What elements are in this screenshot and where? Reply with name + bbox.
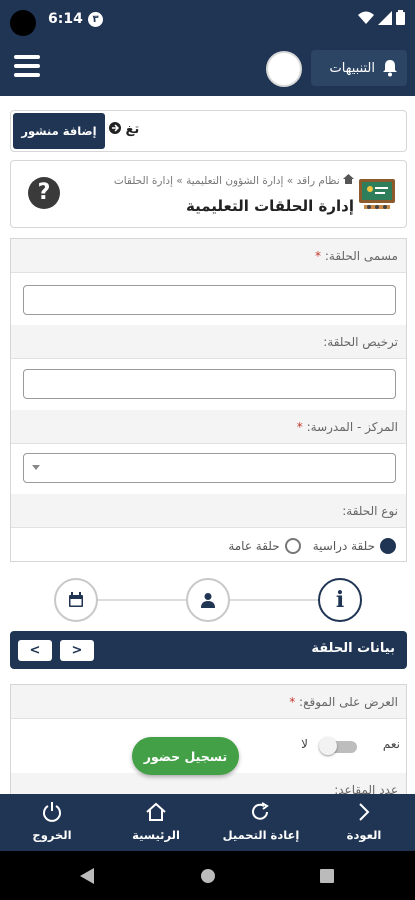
circle-license-input[interactable]	[23, 369, 396, 399]
recents-square-icon[interactable]	[320, 869, 334, 883]
step-info[interactable]: i	[318, 578, 362, 622]
section-title: بيانات الحلقة	[311, 641, 395, 656]
android-nav-bar	[0, 851, 415, 900]
radio-unselected-icon[interactable]	[284, 538, 301, 554]
ticker-text: تغ	[109, 122, 139, 137]
circle-license-label: ترخيص الحلقة:	[11, 325, 406, 359]
bottom-nav: العودة إعادة التحميل الرئيسية الخروج	[0, 794, 415, 851]
nav-back[interactable]: العودة	[314, 802, 414, 842]
yes-label: نعم	[382, 737, 400, 751]
home-icon	[343, 174, 354, 184]
nav-home[interactable]: الرئيسية	[106, 802, 206, 842]
center-school-select[interactable]	[23, 453, 396, 483]
radio-general-circle[interactable]: حلقة عامة	[228, 538, 301, 554]
circle-type-radio-group: حلقة دراسية حلقة عامة	[11, 529, 406, 563]
circle-name-input[interactable]	[23, 285, 396, 315]
person-icon	[201, 593, 215, 608]
home-circle-icon[interactable]	[200, 868, 216, 884]
nav-reload[interactable]: إعادة التحميل	[211, 802, 311, 842]
status-bar: 6:14 ٣	[0, 0, 415, 40]
notifications-label: التنبيهات	[329, 60, 375, 76]
add-post-button[interactable]: إضافة منشور	[13, 113, 105, 149]
app-bar: التنبيهات	[0, 40, 415, 96]
radio-selected-icon[interactable]	[380, 538, 396, 554]
step-person[interactable]	[186, 578, 230, 622]
system-icons	[358, 10, 405, 25]
breadcrumb-separator: »	[286, 175, 294, 187]
status-time: 6:14	[48, 11, 83, 27]
ticker-label: تغ	[125, 122, 140, 137]
page-title: إدارة الحلقات التعليمية	[185, 197, 354, 215]
camera-cutout	[10, 10, 36, 36]
no-label: لا	[301, 737, 308, 751]
power-icon	[43, 802, 61, 822]
battery-icon	[396, 10, 405, 25]
home-icon	[146, 802, 166, 821]
breadcrumb-item-circles[interactable]: إدارة الحلقات	[114, 175, 173, 187]
breadcrumb-item-edu[interactable]: إدارة الشؤون التعليمية	[186, 175, 283, 187]
section-bar: < > بيانات الحلقة	[10, 631, 407, 669]
step-calendar[interactable]	[54, 578, 98, 622]
wifi-icon	[358, 11, 374, 24]
arrow-circle-icon	[109, 122, 121, 134]
circle-form: مسمى الحلقة: * ترخيص الحلقة: المركز - ال…	[10, 238, 407, 562]
breadcrumb: نظام راقد » إدارة الشؤون التعليمية » إدا…	[114, 174, 354, 187]
notifications-button[interactable]: التنبيهات	[311, 50, 407, 86]
radio-study-circle[interactable]: حلقة دراسية	[313, 538, 396, 554]
breadcrumb-item-home[interactable]: نظام راقد	[297, 175, 340, 187]
prev-arrow-button[interactable]: <	[18, 640, 52, 661]
hamburger-menu-icon[interactable]	[14, 55, 40, 79]
nav-logout[interactable]: الخروج	[2, 802, 102, 842]
signal-icon	[378, 10, 392, 25]
help-icon[interactable]: ?	[28, 177, 60, 209]
breadcrumb-separator: »	[176, 175, 183, 187]
info-icon: i	[335, 587, 345, 613]
display-on-site-label: العرض على الموقع: *	[11, 685, 406, 719]
center-school-label: المركز - المدرسة: *	[11, 410, 406, 444]
page-header: ? نظام راقد » إدارة الشؤون التعليمية » إ…	[10, 160, 407, 228]
user-avatar[interactable]	[266, 51, 302, 87]
teaching-board-icon	[359, 179, 395, 209]
news-ticker-bar: إضافة منشور تغ	[10, 110, 407, 152]
notification-badge: ٣	[88, 12, 103, 27]
chevron-down-icon	[32, 465, 40, 470]
circle-name-label: مسمى الحلقة: *	[11, 239, 406, 273]
reload-icon	[252, 802, 269, 820]
circle-type-label: نوع الحلقة:	[11, 494, 406, 528]
bell-icon	[383, 60, 397, 77]
back-triangle-icon[interactable]	[80, 868, 94, 884]
display-toggle-switch[interactable]	[319, 737, 359, 755]
chevron-right-icon	[359, 803, 370, 821]
seats-label: عدد المقاعد:	[11, 773, 406, 794]
record-attendance-button[interactable]: تسجيل حضور	[132, 737, 239, 775]
calendar-icon	[69, 592, 83, 607]
next-arrow-button[interactable]: >	[60, 640, 94, 661]
wizard-steps: i	[0, 575, 415, 625]
